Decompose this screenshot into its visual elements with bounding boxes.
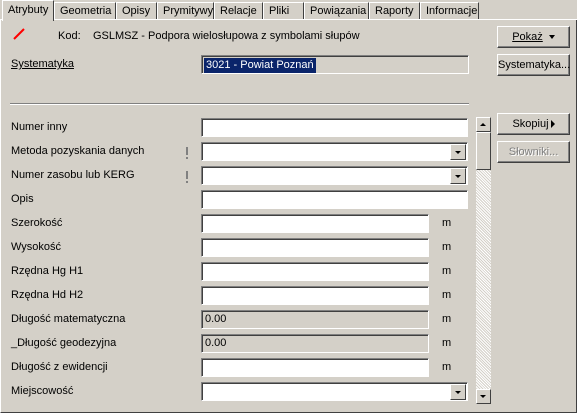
tab-prymitywy[interactable]: Prymitywy bbox=[157, 2, 214, 20]
field-label: _Długość geodezyjna bbox=[11, 337, 117, 349]
tab-label: Opisy bbox=[122, 5, 151, 17]
dropdown-arrow-icon[interactable] bbox=[450, 168, 466, 184]
unit-label: m bbox=[442, 265, 452, 277]
numer-zasobu-select[interactable] bbox=[201, 166, 468, 185]
tab-label: Atrybuty bbox=[8, 4, 49, 16]
arrow-right-icon bbox=[550, 120, 555, 129]
field-label: Opis bbox=[11, 193, 34, 205]
dlugosc-geodezyjna-field: 0.00 bbox=[201, 334, 429, 353]
systematyka-button[interactable]: Systematyka... bbox=[497, 54, 570, 76]
numer-inny-input[interactable] bbox=[201, 118, 468, 137]
tab-geometria[interactable]: Geometria bbox=[54, 2, 116, 20]
scroll-up-icon[interactable] bbox=[476, 117, 491, 132]
tab-raporty[interactable]: Raporty bbox=[369, 2, 420, 20]
field-label: Metoda pozyskania danych bbox=[11, 145, 145, 157]
metoda-pozyskania-select[interactable] bbox=[201, 142, 468, 161]
opis-input[interactable] bbox=[201, 190, 468, 209]
field-label: Rzędna Hd H2 bbox=[11, 289, 84, 301]
miejscowosc-select[interactable] bbox=[201, 382, 468, 401]
tab-atrybuty[interactable]: Atrybuty bbox=[2, 0, 54, 21]
scroll-thumb[interactable] bbox=[476, 132, 491, 170]
field-label: Rzędna Hg H1 bbox=[11, 265, 84, 277]
wysokosc-input[interactable] bbox=[201, 238, 429, 257]
unit-label: m bbox=[442, 289, 452, 301]
field-label: Numer zasobu lub KERG bbox=[11, 169, 135, 181]
systematyka-button-label: Systematyka... bbox=[498, 59, 571, 71]
tab-pliki[interactable]: Pliki bbox=[263, 2, 304, 20]
tab-relacje[interactable]: Relacje bbox=[214, 2, 263, 20]
field-label: Wysokość bbox=[11, 241, 62, 253]
field-value: 0.00 bbox=[205, 337, 227, 349]
line-symbol-icon bbox=[13, 28, 25, 40]
slowniki-button-label: Słowniki... bbox=[508, 146, 559, 158]
skopiuj-button[interactable]: Skopiuj bbox=[497, 113, 570, 135]
unit-label: m bbox=[442, 313, 452, 325]
dropdown-arrow-icon[interactable] bbox=[450, 384, 466, 400]
tab-powiazania[interactable]: Powiązania bbox=[304, 2, 369, 20]
slowniki-button: Słowniki... bbox=[497, 141, 570, 163]
pokaz-button[interactable]: Pokaż bbox=[497, 26, 570, 48]
dropdown-arrow-icon bbox=[548, 35, 555, 40]
vertical-scrollbar[interactable] bbox=[476, 117, 491, 404]
field-label: Numer inny bbox=[11, 121, 68, 133]
dlugosc-ewidencji-input[interactable] bbox=[201, 358, 429, 377]
tab-label: Relacje bbox=[220, 5, 257, 17]
separator bbox=[10, 103, 469, 105]
unit-label: m bbox=[442, 241, 452, 253]
dropdown-arrow-icon[interactable] bbox=[450, 144, 466, 160]
field-label: Długość matematyczna bbox=[11, 313, 126, 325]
tab-label: Raporty bbox=[375, 5, 414, 17]
unit-label: m bbox=[442, 361, 452, 373]
tab-label: Geometria bbox=[60, 5, 112, 17]
kod-value: GSLMSZ - Podpora wielosłupowa z symbolam… bbox=[93, 30, 360, 42]
tab-informacje[interactable]: Informacje bbox=[420, 2, 479, 20]
field-label: Szerokość bbox=[11, 217, 63, 229]
tab-label: Pliki bbox=[269, 5, 290, 17]
szerokosc-input[interactable] bbox=[201, 214, 429, 233]
rzedna-hg-input[interactable] bbox=[201, 262, 429, 281]
skopiuj-button-label: Skopiuj bbox=[512, 118, 549, 130]
rzedna-hd-input[interactable] bbox=[201, 286, 429, 305]
systematyka-value: 3021 - Powiat Poznań bbox=[204, 58, 316, 73]
systematyka-label: Systematyka bbox=[11, 58, 74, 70]
tab-bar: Atrybuty Geometria Opisy Prymitywy Relac… bbox=[0, 0, 577, 21]
field-label: Długość z ewidencji bbox=[11, 361, 108, 373]
scroll-down-icon[interactable] bbox=[476, 389, 491, 404]
tab-opisy[interactable]: Opisy bbox=[116, 2, 157, 20]
field-label: Miejscowość bbox=[11, 385, 74, 397]
tab-label: Powiązania bbox=[310, 5, 367, 17]
dlugosc-matematyczna-field: 0.00 bbox=[201, 310, 429, 329]
tab-label: Prymitywy bbox=[163, 5, 214, 17]
tab-label: Informacje bbox=[426, 5, 478, 17]
kod-label: Kod: bbox=[58, 30, 81, 42]
pokaz-button-label: Pokaż bbox=[512, 31, 543, 43]
field-value: 0.00 bbox=[205, 313, 227, 325]
unit-label: m bbox=[442, 337, 452, 349]
unit-label: m bbox=[442, 217, 452, 229]
systematyka-field: 3021 - Powiat Poznań bbox=[201, 55, 469, 74]
